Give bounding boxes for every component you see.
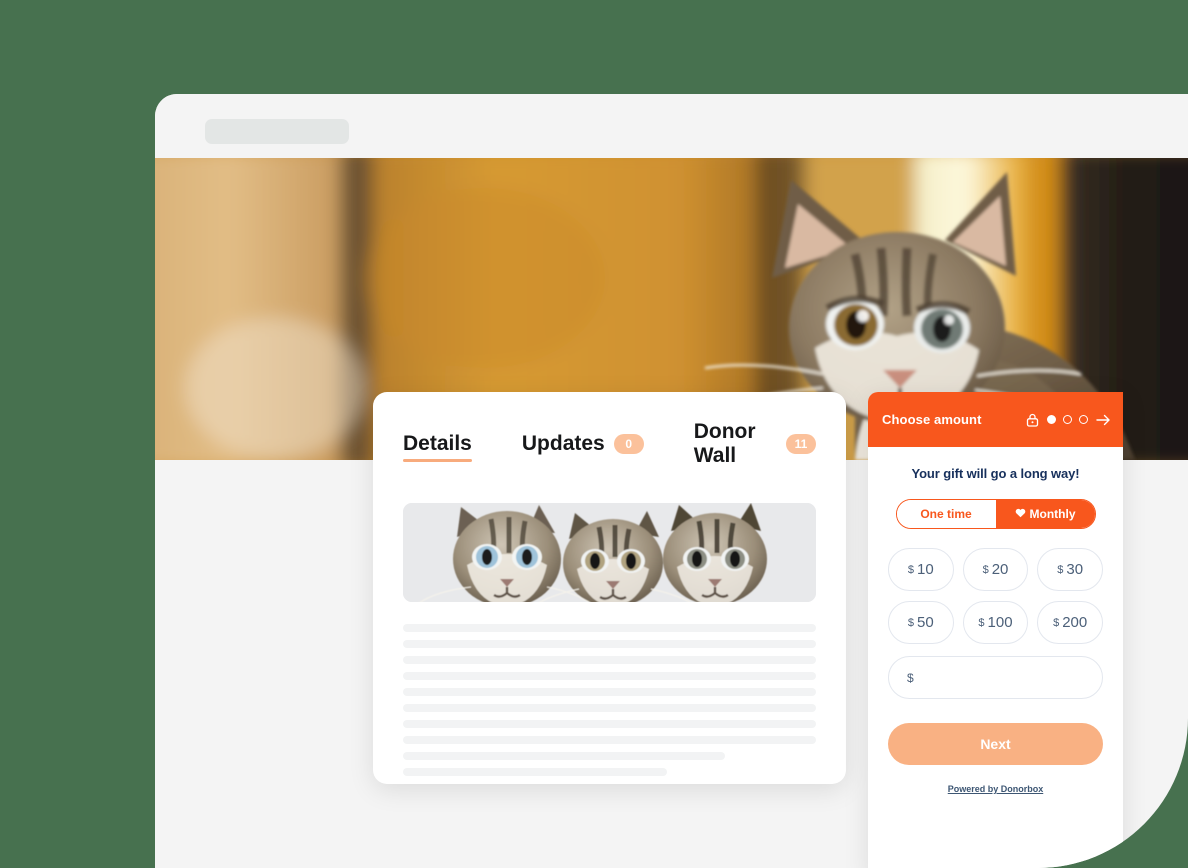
donation-form-panel: Choose amount Your gift will go a long w…	[868, 392, 1123, 868]
frequency-one-time[interactable]: One time	[896, 500, 996, 528]
arrow-right-icon[interactable]	[1096, 413, 1111, 427]
step-dot-1	[1047, 415, 1056, 424]
tab-donor-wall-label: Donor Wall	[693, 420, 756, 467]
step-indicator	[1047, 415, 1088, 424]
frequency-monthly[interactable]: Monthly	[995, 500, 1095, 528]
browser-chrome	[155, 94, 1188, 158]
donation-panel-body: Your gift will go a long way! One time M…	[868, 447, 1123, 797]
amount-option-20[interactable]: $20	[962, 548, 1029, 591]
tab-donor-wall[interactable]: Donor Wall 11	[694, 420, 816, 474]
custom-amount-currency: $	[907, 670, 914, 685]
amount-value: 100	[987, 614, 1013, 631]
skeleton-line	[403, 736, 816, 744]
amount-currency: $	[907, 563, 915, 576]
amount-currency: $	[982, 563, 989, 576]
frequency-toggle: One time Monthly	[895, 499, 1096, 529]
amount-currency: $	[1053, 616, 1060, 629]
skeleton-line	[403, 624, 816, 632]
skeleton-line	[403, 752, 726, 760]
step-dot-2	[1063, 415, 1072, 424]
skeleton-line	[403, 768, 668, 776]
tab-updates-label: Updates	[521, 432, 605, 455]
tab-updates-badge: 0	[613, 434, 644, 454]
amount-currency: $	[978, 616, 985, 629]
browser-window: Details Updates 0 Donor Wall 11 Choose a…	[155, 94, 1188, 868]
skeleton-line	[403, 656, 816, 664]
url-bar-placeholder[interactable]	[205, 119, 349, 144]
custom-amount-input[interactable]: $	[888, 656, 1103, 699]
amount-currency: $	[1057, 563, 1064, 576]
amount-option-30[interactable]: $30	[1037, 548, 1103, 591]
donation-panel-header: Choose amount	[868, 392, 1123, 447]
amount-value: 200	[1062, 614, 1088, 631]
gift-heading: Your gift will go a long way!	[911, 466, 1080, 481]
skeleton-line	[403, 672, 816, 680]
tab-details[interactable]: Details	[403, 432, 472, 462]
skeleton-line	[403, 640, 816, 648]
tab-bar: Details Updates 0 Donor Wall 11	[373, 392, 846, 474]
tab-details-label: Details	[403, 432, 472, 455]
step-dot-3	[1079, 415, 1088, 424]
campaign-content-card: Details Updates 0 Donor Wall 11	[373, 392, 846, 784]
amount-option-10[interactable]: $10	[888, 548, 954, 591]
panel-title: Choose amount	[882, 412, 982, 427]
amount-value: 20	[991, 561, 1009, 578]
kittens-illustration	[403, 503, 816, 602]
skeleton-line	[403, 704, 816, 712]
amount-value: 10	[917, 561, 934, 578]
skeleton-line	[403, 720, 816, 728]
three-kittens-image	[403, 503, 816, 602]
heart-icon	[1015, 507, 1026, 521]
skeleton-line	[403, 688, 816, 696]
frequency-monthly-label: Monthly	[1029, 507, 1076, 521]
next-button[interactable]: Next	[888, 723, 1103, 765]
description-skeleton	[403, 624, 816, 776]
amount-options-grid: $10 $20 $30 $50 $100 $200	[888, 548, 1103, 644]
amount-option-100[interactable]: $100	[962, 601, 1029, 644]
amount-value: 30	[1066, 561, 1084, 578]
lock-icon	[1026, 413, 1039, 427]
powered-by-donorbox-link[interactable]: Powered by Donorbox	[948, 784, 1044, 794]
amount-option-200[interactable]: $200	[1037, 601, 1103, 644]
amount-option-50[interactable]: $50	[888, 601, 954, 644]
amount-currency: $	[907, 616, 915, 629]
powered-by: Powered by Donorbox	[888, 779, 1103, 797]
tab-donor-wall-badge: 11	[786, 434, 816, 454]
amount-value: 50	[917, 614, 934, 631]
tab-updates[interactable]: Updates 0	[522, 432, 644, 462]
frequency-one-time-label: One time	[920, 507, 972, 521]
